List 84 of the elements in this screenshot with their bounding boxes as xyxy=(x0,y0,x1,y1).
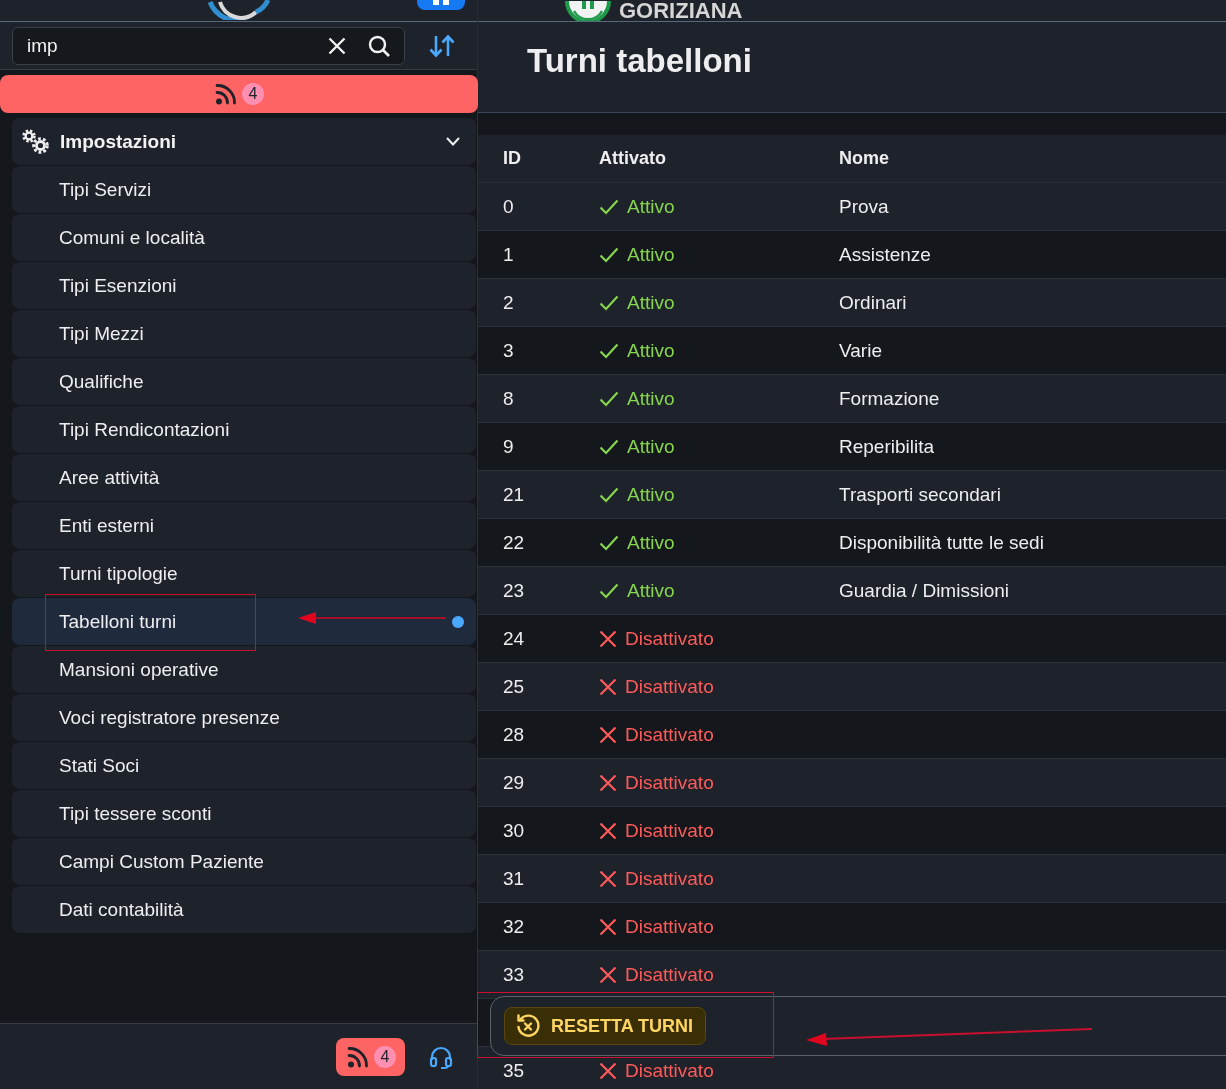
table-cell-text: Disponibilità tutte le sedi xyxy=(839,531,1045,554)
brand-name: GORIZIANA xyxy=(619,1,743,21)
reset-icon xyxy=(515,1013,541,1039)
table-cell-text: 21 xyxy=(503,483,526,506)
status-text: Attivo xyxy=(627,387,675,410)
table-cell-text: Assistenze xyxy=(839,243,932,266)
column-header: Attivato xyxy=(599,148,667,169)
status-text: Attivo xyxy=(627,291,675,314)
table-cell-text: 1 xyxy=(503,243,515,266)
table-cell-text: 23 xyxy=(503,579,526,602)
status-text: Attivo xyxy=(627,195,675,218)
menu-item[interactable]: Tipi Mezzi xyxy=(12,310,476,357)
status-text: Attivo xyxy=(627,243,675,266)
count-badge: 4 xyxy=(242,83,264,105)
status-text: Disattivato xyxy=(625,627,714,650)
close-icon[interactable] xyxy=(328,36,346,55)
table-cell-text: Formazione xyxy=(839,387,941,410)
feed-banner[interactable]: 4 xyxy=(0,75,478,113)
table-cell-text: 33 xyxy=(503,963,526,986)
menu-item[interactable]: Enti esterni xyxy=(12,502,476,549)
table-cell-text: 9 xyxy=(503,435,515,458)
menu-item[interactable]: Turni tipologie xyxy=(12,550,476,597)
count-badge: 4 xyxy=(374,1045,396,1068)
menu-item[interactable]: Stati Soci xyxy=(12,742,476,789)
rss-icon xyxy=(346,1044,370,1069)
table-cell-text: 2 xyxy=(503,291,515,314)
table-cell-text: 31 xyxy=(503,867,526,890)
status-text: Disattivato xyxy=(625,675,714,698)
menu-item[interactable]: Dati contabilità xyxy=(12,886,476,933)
column-header: ID xyxy=(503,148,522,169)
status-text: Disattivato xyxy=(625,1059,714,1082)
table-cell-text: 22 xyxy=(503,531,526,554)
status-text: Disattivato xyxy=(625,723,714,746)
rss-icon xyxy=(214,82,238,106)
table-cell-text: 0 xyxy=(503,195,515,218)
feed-button[interactable]: 4 xyxy=(336,1037,405,1076)
status-text: Attivo xyxy=(627,531,675,554)
menu-item[interactable]: Campi Custom Paziente xyxy=(12,838,476,885)
menu-item[interactable]: Tipi tessere sconti xyxy=(12,790,476,837)
table-cell-text: 25 xyxy=(503,675,526,698)
sort-icon[interactable] xyxy=(429,33,455,58)
table-cell-text: 35 xyxy=(503,1059,526,1082)
tile-icon[interactable] xyxy=(417,0,465,10)
status-text: Disattivato xyxy=(625,963,714,986)
menu-item[interactable]: Mansioni operative xyxy=(12,646,476,693)
reset-button[interactable]: RESETTA TURNI xyxy=(504,1007,706,1045)
status-text: Disattivato xyxy=(625,771,714,794)
gears-icon xyxy=(22,128,50,155)
status-text: Attivo xyxy=(627,483,675,506)
menu-group[interactable]: Impostazioni xyxy=(12,118,476,165)
status-text: Attivo xyxy=(627,579,675,602)
menu-item[interactable]: Tabelloni turni xyxy=(12,598,476,645)
menu-item[interactable]: Qualifiche xyxy=(12,358,476,405)
column-header: Nome xyxy=(839,148,890,169)
menu-item[interactable]: Tipi Esenzioni xyxy=(12,262,476,309)
table-cell-text: 29 xyxy=(503,771,526,794)
page-title: Turni tabelloni xyxy=(527,41,753,81)
menu-item[interactable]: Voci registratore presenze xyxy=(12,694,476,741)
menu-item[interactable]: Tipi Rendicontazioni xyxy=(12,406,476,453)
table-cell-text: Reperibilita xyxy=(839,435,936,458)
search-icon[interactable] xyxy=(368,34,390,57)
menu-item[interactable]: Tipi Servizi xyxy=(12,166,476,213)
table-cell-text: Varie xyxy=(839,339,883,362)
table-cell-text: Trasporti secondari xyxy=(839,483,1002,506)
table-cell-text: 32 xyxy=(503,915,526,938)
status-text: Disattivato xyxy=(625,867,714,890)
menu-item[interactable]: Comuni e località xyxy=(12,214,476,261)
status-text: Attivo xyxy=(627,435,675,458)
search-field[interactable]: imp xyxy=(12,26,405,65)
table-cell-text: 28 xyxy=(503,723,526,746)
table-cell-text: Prova xyxy=(839,195,890,218)
menu-item[interactable]: Aree attività xyxy=(12,454,476,501)
headset-icon[interactable] xyxy=(429,1044,453,1069)
table-cell-text: Ordinari xyxy=(839,291,908,314)
logo-icon xyxy=(205,0,272,20)
table-cell-text: 8 xyxy=(503,387,515,410)
table-cell-text: Guardia / Dimissioni xyxy=(839,579,1010,602)
table-cell-text: 30 xyxy=(503,819,526,842)
status-text: Disattivato xyxy=(625,819,714,842)
table-cell-text: 3 xyxy=(503,339,515,362)
status-text: Attivo xyxy=(627,339,675,362)
status-text: Disattivato xyxy=(625,915,714,938)
table-cell-text: 24 xyxy=(503,627,526,650)
dot-icon xyxy=(452,615,464,628)
